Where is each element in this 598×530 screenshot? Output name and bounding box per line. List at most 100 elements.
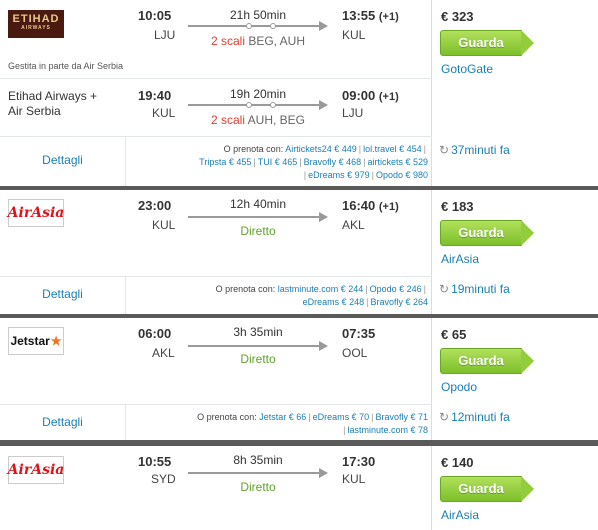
price: € 183: [441, 199, 474, 214]
alternative-offers: O prenota con: lastminute.com € 244 | Opod…: [215, 284, 428, 307]
arrival-time: 09:00 (+1): [342, 88, 399, 103]
result-card: AirAsia 23:00 KUL 12h 40min Diretto 16:4…: [0, 190, 598, 314]
etihad-logo: ETIHAD AIRWAYS: [8, 10, 64, 38]
provider-link[interactable]: AirAsia: [441, 252, 479, 266]
arrival-time: 16:40 (+1): [342, 198, 399, 213]
refresh-icon: ↻: [439, 410, 450, 424]
flight-info: ETIHAD AIRWAYS 10:05 LJU 21h 50min 2 sca…: [0, 0, 432, 186]
offer-link[interactable]: Bravofly € 468: [304, 157, 362, 167]
stop-dot: [270, 102, 276, 108]
offer-link[interactable]: airtickets € 529: [367, 157, 428, 167]
price: € 140: [441, 455, 474, 470]
arrival-time: 13:55 (+1): [342, 8, 399, 23]
star-icon: ★: [50, 334, 62, 348]
offer-link[interactable]: TUI € 465: [258, 157, 298, 167]
provider-link[interactable]: AirAsia: [441, 508, 479, 522]
view-deal-button[interactable]: Guarda: [440, 476, 534, 502]
departure-time: 10:55: [138, 454, 172, 469]
arrival-airport: OOL: [342, 346, 368, 360]
airasia-logo: AirAsia: [8, 456, 64, 484]
details-link[interactable]: Dettagli: [0, 137, 126, 186]
flight-duration: 3h 35min: [233, 325, 283, 339]
departure-airport: SYD: [151, 472, 176, 486]
result-card: Jetstar ★ 06:00 AKL 3h 35min Diretto 07:3…: [0, 318, 598, 440]
route-arrow: [188, 212, 328, 222]
refresh-icon: ↻: [439, 282, 450, 296]
price-panel: € 140 Guarda AirAsia: [433, 446, 598, 530]
offer-link[interactable]: eDreams € 979: [308, 170, 370, 180]
card-footer: Dettagli O prenota con: Jetstar € 66 | eDr…: [0, 404, 432, 440]
view-deal-button[interactable]: Guarda: [440, 348, 534, 374]
flight-duration: 21h 50min: [229, 8, 287, 22]
flight-duration: 8h 35min: [233, 453, 283, 467]
stop-dot: [270, 23, 276, 29]
refresh-icon: ↻: [439, 143, 450, 157]
departure-time: 06:00: [138, 326, 172, 341]
card-footer: Dettagli O prenota con: Airtickets24 € 4…: [0, 136, 432, 186]
price: € 323: [441, 9, 474, 24]
route-arrow: [188, 100, 328, 110]
stop-dot: [246, 23, 252, 29]
flight-info: Jetstar ★ 06:00 AKL 3h 35min Diretto 07:3…: [0, 318, 432, 440]
departure-time: 10:05: [138, 8, 172, 23]
price-panel: € 323 Guarda GotoGate ↻ 37minuti fa: [433, 0, 598, 186]
departure-airport: LJU: [154, 28, 176, 42]
arrival-airport: KUL: [342, 28, 366, 42]
flight-info: AirAsia 10:55 SYD 8h 35min Diretto 17:30…: [0, 446, 432, 530]
airline-name: Etihad Airways + Air Serbia: [8, 89, 98, 118]
details-link[interactable]: Dettagli: [0, 277, 126, 314]
offer-link[interactable]: Opodo € 980: [376, 170, 428, 180]
view-deal-button[interactable]: Guarda: [440, 220, 534, 246]
stops-info: 2 scali AUH, BEG: [210, 113, 306, 127]
result-card: ETIHAD AIRWAYS 10:05 LJU 21h 50min 2 sca…: [0, 0, 598, 186]
departure-airport: AKL: [152, 346, 175, 360]
offer-link[interactable]: lastminute.com € 244: [278, 284, 364, 294]
airasia-logo: AirAsia: [8, 199, 64, 227]
offer-link[interactable]: lastminute.com € 78: [347, 425, 428, 435]
jetstar-logo: Jetstar ★: [8, 327, 64, 355]
offer-link[interactable]: Bravofly € 264: [370, 297, 428, 307]
provider-link[interactable]: GotoGate: [441, 62, 493, 76]
provider-link[interactable]: Opodo: [441, 380, 477, 394]
price-panel: € 183 Guarda AirAsia ↻ 19minuti fa: [433, 190, 598, 314]
last-updated: ↻ 19minuti fa: [439, 282, 510, 296]
departure-airport: KUL: [152, 106, 176, 120]
direct-flight: Diretto: [240, 352, 276, 366]
arrival-time: 07:35: [342, 326, 376, 341]
card-footer: Dettagli O prenota con: lastminute.com €…: [0, 276, 432, 314]
offer-link[interactable]: Jetstar € 66: [259, 412, 306, 422]
route-arrow: [188, 468, 328, 478]
flight-info: AirAsia 23:00 KUL 12h 40min Diretto 16:4…: [0, 190, 432, 314]
direct-flight: Diretto: [240, 480, 276, 494]
offer-link[interactable]: Tripsta € 455: [199, 157, 251, 167]
offer-link[interactable]: eDreams € 248: [303, 297, 365, 307]
view-deal-button[interactable]: Guarda: [440, 30, 534, 56]
departure-time: 19:40: [138, 88, 172, 103]
direct-flight: Diretto: [240, 224, 276, 238]
offer-link[interactable]: Airtickets24 € 449: [285, 144, 357, 154]
details-link[interactable]: Dettagli: [0, 405, 126, 440]
alternative-offers: O prenota con: Airtickets24 € 449 | lol.tr…: [199, 144, 428, 180]
price-panel: € 65 Guarda Opodo ↻ 12minuti fa: [433, 318, 598, 440]
last-updated: ↻ 12minuti fa: [439, 410, 510, 424]
offer-link[interactable]: lol.travel € 454: [363, 144, 422, 154]
route-arrow: [188, 341, 328, 351]
offer-link[interactable]: Opodo € 246: [370, 284, 422, 294]
stop-dot: [246, 102, 252, 108]
arrival-airport: KUL: [342, 472, 366, 486]
offer-link[interactable]: eDreams € 70: [313, 412, 370, 422]
last-updated: ↻ 37minuti fa: [439, 143, 510, 157]
departure-airport: KUL: [152, 218, 176, 232]
stops-info: 2 scali BEG, AUH: [210, 34, 306, 48]
departure-time: 23:00: [138, 198, 172, 213]
price: € 65: [441, 327, 467, 342]
operated-by-note: Gestita in parte da Air Serbia: [8, 61, 124, 71]
route-arrow: [188, 21, 328, 31]
flight-duration: 19h 20min: [229, 87, 287, 101]
offer-link[interactable]: Bravofly € 71: [375, 412, 428, 422]
divider: [0, 78, 432, 79]
arrival-time: 17:30: [342, 454, 376, 469]
flight-duration: 12h 40min: [229, 197, 287, 211]
arrival-airport: AKL: [342, 218, 365, 232]
arrival-airport: LJU: [342, 106, 364, 120]
